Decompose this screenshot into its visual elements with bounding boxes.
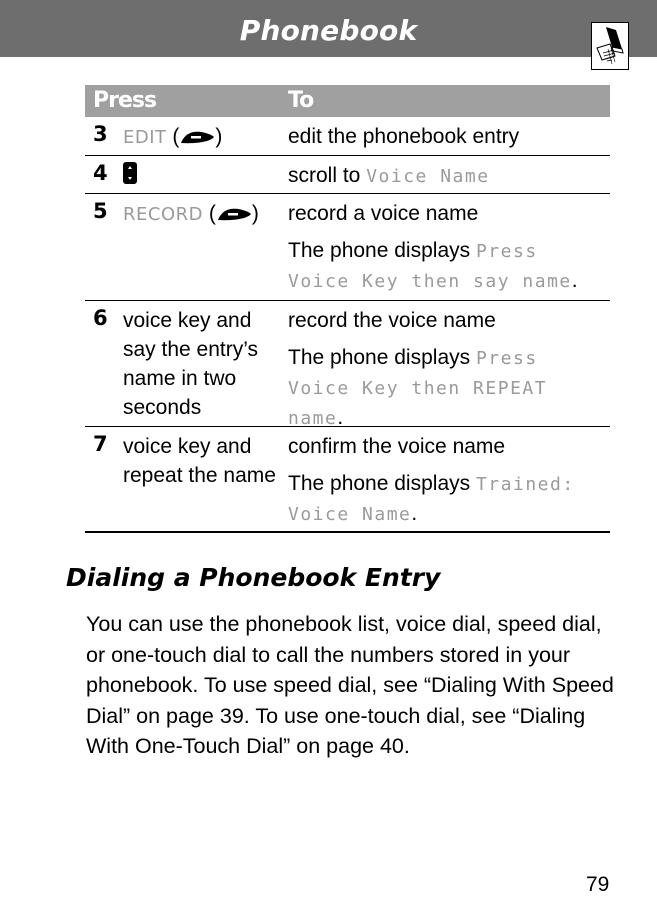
action-text: scroll to [288,164,367,187]
to-cell: edit the phonebook entry [288,117,610,159]
step-number: 3 [93,122,108,146]
action-text: record a voice name [288,202,479,225]
press-cell: RECORD () [123,199,278,230]
table-row: 3 EDIT () edit the phonebook entry [85,117,610,156]
to-cell: scroll to Voice Name [288,156,610,199]
action-text: confirm the voice name [288,435,506,458]
right-soft-key-icon [216,201,252,230]
press-cell: voice key and repeat the name [123,435,276,487]
press-cell [123,161,278,192]
step-number: 6 [93,306,108,330]
phonebook-icon [591,22,629,70]
step-number: 7 [93,432,108,456]
column-header-to: To [288,88,314,113]
table-row: 5 RECORD () record a voice name The phon… [85,194,610,301]
table-row: 7 voice key and repeat the name confirm … [85,427,610,532]
right-soft-key-icon [179,124,215,153]
page-number: 79 [586,873,610,896]
display-text: Voice Name [366,166,490,187]
column-header-press: Press [93,88,157,113]
softkey-label: RECORD [123,204,203,225]
table-header: Press To [85,85,610,117]
punctuation: . [571,269,578,292]
scroll-key-icon [123,162,137,192]
note-text: The phone displays [288,472,476,495]
section-body: You can use the phonebook list, voice di… [86,612,614,758]
punctuation: . [337,406,344,429]
instruction-table: Press To 3 EDIT () edit the phonebook en… [85,85,610,536]
softkey-label: EDIT [123,127,167,148]
page-title: Phonebook [239,14,418,47]
step-number: 4 [93,161,108,185]
action-text: record the voice name [288,309,496,332]
to-cell: record the voice name The phone displays… [288,301,610,441]
press-cell: voice key and say the entry’s name in tw… [123,309,259,419]
table-row: 4 scroll to Voice Name [85,156,610,194]
table-row: 6 voice key and say the entry’s name in … [85,301,610,429]
note-text: The phone displays [288,239,476,262]
page-header-bar: Phonebook [0,0,657,57]
punctuation: . [411,502,418,525]
action-text: edit the phonebook entry [288,125,520,148]
note-text: The phone displays [288,346,476,369]
step-number: 5 [93,199,108,223]
to-cell: confirm the voice name The phone display… [288,427,610,537]
section-heading: Dialing a Phonebook Entry [66,563,441,592]
to-cell: record a voice name The phone displays P… [288,194,610,304]
press-cell: EDIT () [123,122,278,153]
